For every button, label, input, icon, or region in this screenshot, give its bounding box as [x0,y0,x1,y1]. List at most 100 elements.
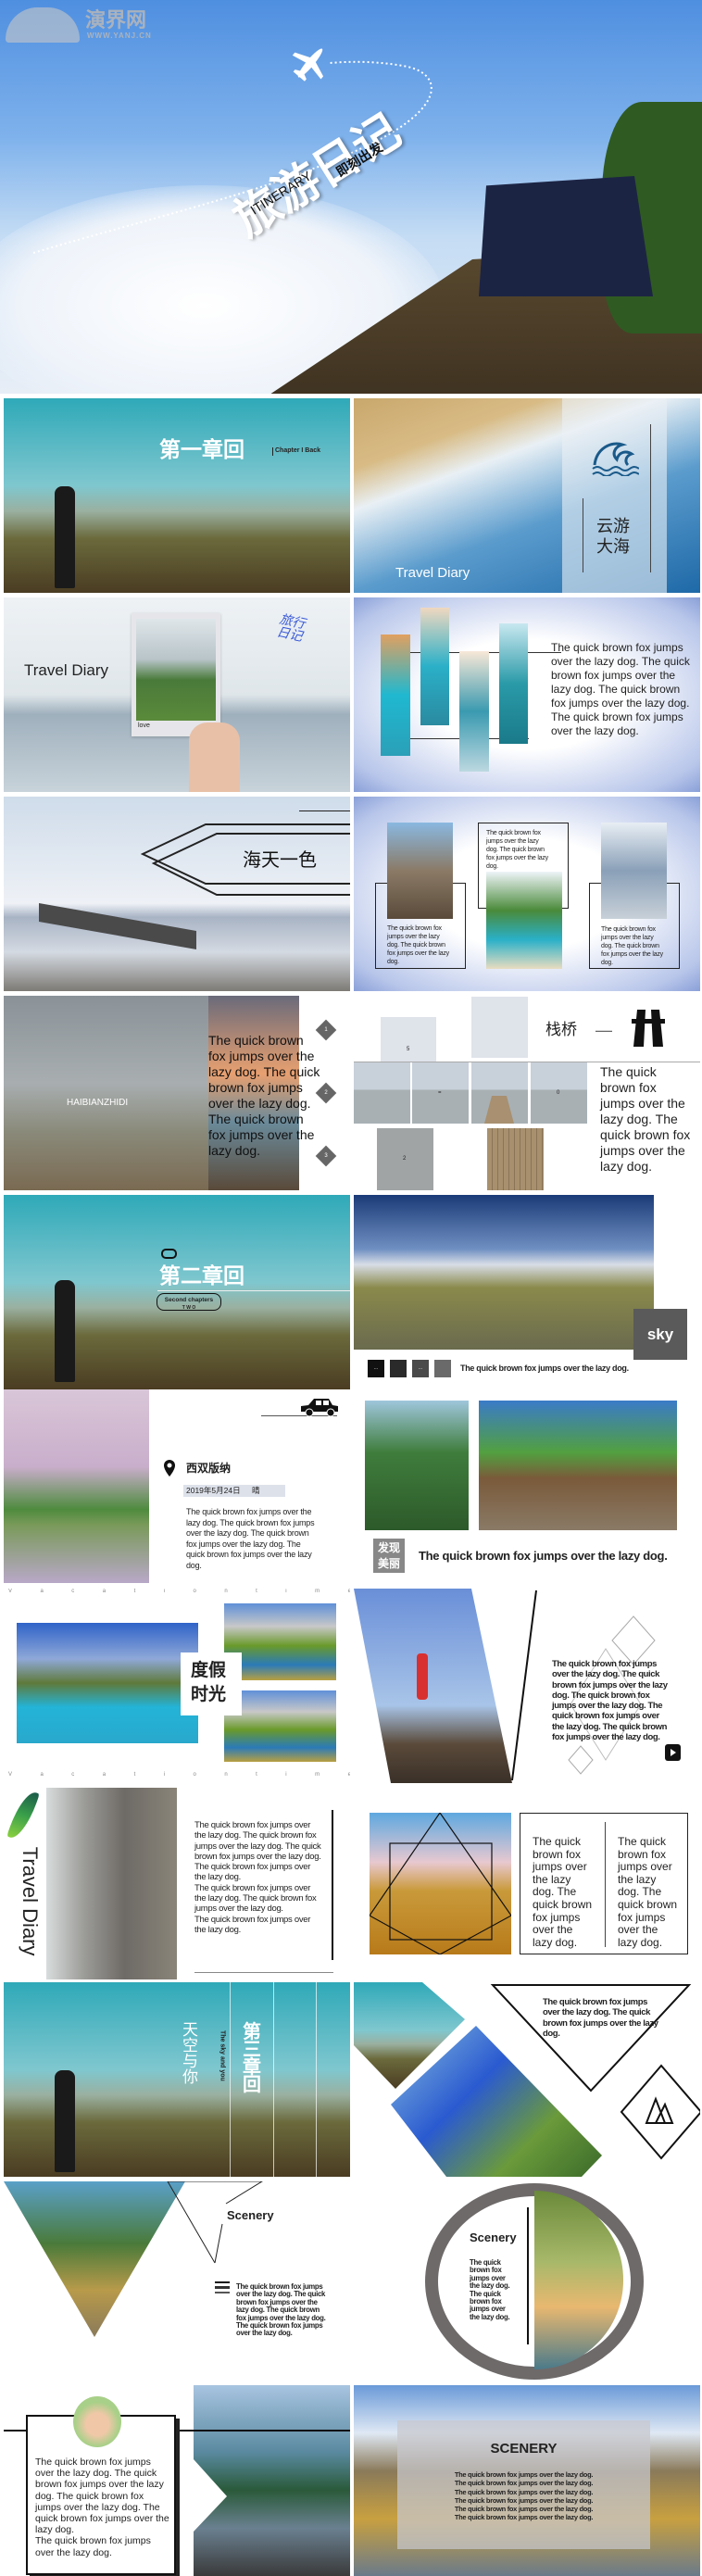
slide-columns: The quick brown fox jumps over the lazy … [354,1788,700,1982]
spaced-letter: e [347,1772,350,1778]
xishuang-text: The quick brown fox jumps over the lazy … [186,1507,315,1570]
vertical-line [316,1982,317,2177]
slide-zhanqiao: 5 = 0 2 栈桥 — The quick brown fox jumps o… [354,996,700,1190]
zhanqiao-text: The quick brown fox jumps over the lazy … [600,1064,691,1174]
scenery-line: The quick brown fox jumps over the lazy … [454,2495,594,2505]
vacation-title-line2: 时光 [191,1684,227,1704]
tile-label: = [438,1090,442,1096]
marker-diamond: 1 [315,1019,337,1041]
pier [39,903,196,949]
vacation-title-line1: 度假 [191,1660,227,1680]
diary-para: The quick brown fox jumps over the lazy … [194,1820,321,1883]
marker-number: 3 [324,1153,328,1159]
profile-para: The quick brown fox jumps over the lazy … [35,2457,169,2536]
slide-travel-diary: Travel Diary love 旅行日记 [4,597,350,792]
hiker-silhouette [55,2070,75,2172]
spaced-letters-top: Va c a t i o n t i m e [8,1589,350,1594]
slide-scenery-3: SCENERY The quick brown fox jumps over t… [354,2385,700,2576]
scenery-title: Scenery [470,2230,517,2244]
polaroid: love [132,613,220,736]
chapter-subtitle-en: The sky and you [219,2029,226,2081]
slide-discover: 发现美丽 The quick brown fox jumps over the … [354,1389,700,1584]
hiker-silhouette [55,1280,75,1382]
tile-label: 0 [557,1090,560,1096]
slide-scenery-2: Scenery The quick brown fox jumps over t… [354,2181,700,2381]
hiker-silhouette [55,486,75,588]
highway-icon [632,1010,665,1047]
card-text: The quick brown fox jumps over the lazy … [601,926,663,967]
handwritten-title: 旅行日记 [275,611,307,645]
spaced-letter: o [193,1772,196,1778]
marker-number: 1 [324,1027,328,1033]
cliff-house-photo [46,1788,177,1979]
play-button[interactable] [665,1744,681,1761]
tile-label: 5 [407,1047,410,1052]
chapter-pill: Second chapters T W O [157,1293,221,1311]
geometric-frame [370,1813,511,1954]
slide-chapter-2: 第二章回 Second chapters T W O [4,1195,350,1389]
marker-number: 2 [324,1090,328,1096]
tile: 0 [531,1062,587,1124]
vertical-line [273,1982,274,2177]
plane-icon [292,48,324,82]
spaced-letter: n [224,1589,228,1594]
spaced-letter: m [315,1772,320,1778]
vertical-title: Travel Diary [18,1846,42,1956]
marker-diamond: 3 [315,1145,337,1167]
haibian-label: HAIBIANZHIDI [67,1098,129,1108]
tile-label: 2 [403,1156,407,1162]
color-swatch: ... [368,1360,384,1377]
haitian-title: 海天一色 [243,848,317,871]
scenery-text: The quick brown fox jumps over the lazy … [470,2258,510,2321]
slide-sea: 云游大海 Travel Diary [354,398,700,593]
sea-title: 云游大海 [596,517,630,557]
place-name: 西双版纳 [186,1462,232,1475]
color-swatch [390,1360,407,1377]
hand [189,723,240,792]
marker-diamond: 2 [315,1082,337,1104]
travel-diary-label: Travel Diary [395,565,470,581]
pill-text: Second chapters [164,1297,214,1303]
photo-strip [499,623,528,744]
diary-title: Travel Diary [24,661,108,679]
weather: 晴 [251,1486,260,1495]
top-line [299,810,350,811]
spaced-letter: V [8,1589,13,1594]
photo-strip [420,608,449,725]
card-photo [601,823,667,919]
slide-diary-2: Travel Diary The quick brown fox jumps o… [4,1788,350,1982]
leaf-icon [6,1788,40,1842]
location-pin-icon [164,1460,175,1476]
slide-diamonds: The quick brown fox jumps over the lazy … [354,1982,700,2177]
column-divider [605,1822,606,1947]
spaced-letter: i [163,1772,166,1778]
slide-sky: sky ... ... The quick brown fox jumps ov… [354,1195,700,1389]
slide-strips: The quick brown fox jumps over the lazy … [354,597,700,792]
slide-haibian: HAIBIANZHIDI The quick brown fox jumps o… [4,996,350,1190]
title-underline [157,1290,350,1291]
slide-cards: The quick brown fox jumps over the lazy … [354,797,700,991]
scenery-line: The quick brown fox jumps over the lazy … [454,2487,594,2496]
spaced-letters-bottom: Va c a t i o n t i m e [8,1772,350,1778]
scenery-line: The quick brown fox jumps over the lazy … [454,2470,594,2479]
diary-para: The quick brown fox jumps over the lazy … [194,1914,311,1935]
menu-lines-icon [215,2281,230,2293]
tile [487,1128,544,1190]
color-swatch [434,1360,451,1377]
card-text: The quick brown fox jumps over the lazy … [387,925,449,966]
resort-photo [17,1623,198,1743]
spaced-letter: t [256,1589,257,1594]
spaced-letter: t [133,1589,136,1594]
column-text: The quick brown fox jumps over the lazy … [618,1835,678,1949]
hiker-text: The quick brown fox jumps over the lazy … [552,1659,668,1743]
card-photo [486,872,562,969]
spaced-letter: i [285,1589,287,1594]
sky-text: The quick brown fox jumps over the lazy … [460,1363,629,1373]
bottom-rule [194,1972,333,1973]
card-photo [387,823,453,919]
overlay-panel [4,996,208,1190]
discover-badge: 发现美丽 [373,1539,405,1573]
flight-path [32,48,432,254]
text-column: The quick brown fox jumps over the lazy … [194,1820,322,1935]
vertical-rule [332,1810,333,1960]
